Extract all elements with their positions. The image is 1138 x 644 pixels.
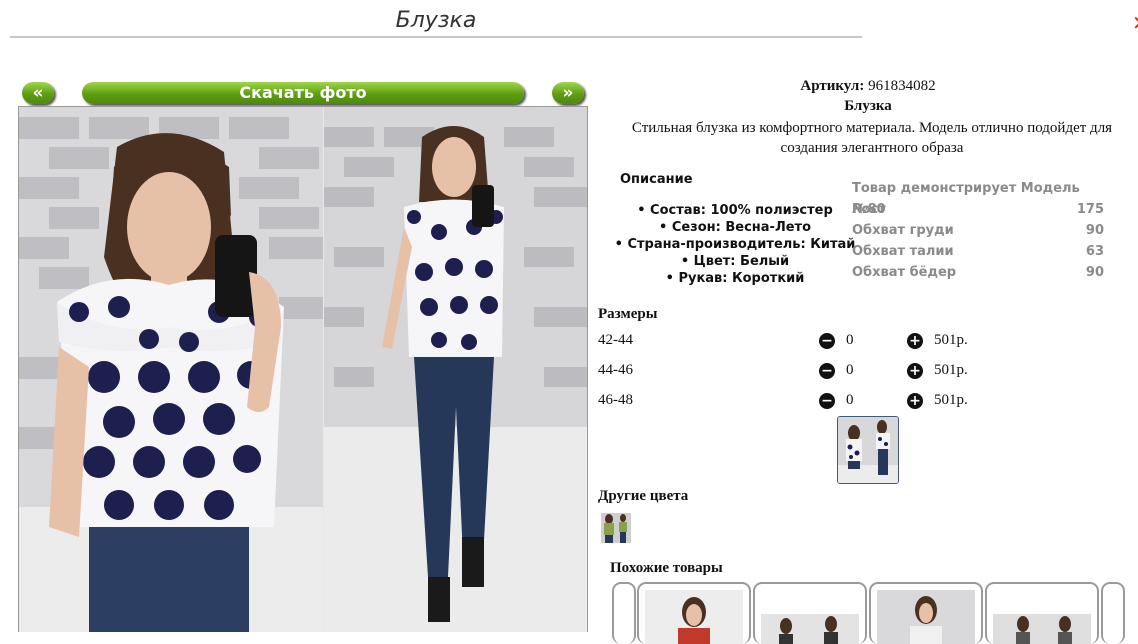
size-row: 44-46 − 0 + 501р. [598,362,1018,384]
product-photo-frame [18,106,588,632]
article-line: Артикул: 961834082 [598,78,1138,95]
product-name: Блузка [844,98,892,114]
similar-scroll-left[interactable] [612,582,636,644]
detail-item: Сезон: Весна-Лето [600,219,870,236]
model-label: Обхват груди [852,223,954,238]
similar-item-card[interactable] [869,582,983,644]
model-value: 63 [1085,244,1104,259]
download-photo-button[interactable]: Скачать фото [82,82,524,104]
model-value: 90 [1085,223,1104,238]
details-list: Состав: 100% полиэстер Сезон: Весна-Лето… [600,202,870,287]
size-label: 42-44 [598,332,633,348]
model-value: 175 [1076,202,1104,217]
similar-scroll-right[interactable] [1101,582,1125,644]
similar-item-image [761,614,859,644]
model-label: Товар демонстрирует Модель №80 [852,181,1080,217]
detail-item: Рукав: Короткий [600,270,870,287]
detail-item: Цвет: Белый [600,253,870,270]
size-qty: 0 [846,332,854,348]
article-value: 961834082 [868,78,936,94]
model-row: Обхват груди 90 [852,220,1104,241]
product-description: Стильная блузка из комфортного материала… [631,120,1113,156]
similar-item-card[interactable] [985,582,1099,644]
similar-item-image [877,590,975,644]
model-label: Рост [852,202,886,217]
similar-item-card[interactable] [753,582,867,644]
title-divider [10,36,862,38]
details-heading: Описание [620,172,693,187]
decrease-qty-button[interactable]: − [819,393,835,409]
similar-item-image [645,590,743,644]
size-price: 501р. [934,362,968,378]
size-label: 44-46 [598,362,633,378]
article-label: Артикул: [800,78,865,94]
model-value: 90 [1085,265,1104,280]
product-photo-closeup[interactable] [19,107,323,632]
detail-item: Состав: 100% полиэстер [600,202,870,219]
model-measurements: Товар демонстрирует Модель №80 Рост 175 … [852,178,1104,283]
similar-item-card[interactable] [637,582,751,644]
model-row: Товар демонстрирует Модель №80 [852,178,1104,217]
increase-qty-button[interactable]: + [907,333,923,349]
decrease-qty-button[interactable]: − [819,363,835,379]
prev-photo-button[interactable]: « [22,82,54,104]
similar-item-image [993,614,1091,644]
model-row: Обхват бёдер 90 [852,262,1104,283]
model-label: Обхват бёдер [852,265,957,280]
next-photo-button[interactable]: » [552,82,584,104]
size-price: 501р. [934,392,968,408]
size-price: 501р. [934,332,968,348]
close-icon[interactable]: ✕ [1132,12,1138,34]
increase-qty-button[interactable]: + [907,393,923,409]
decrease-qty-button[interactable]: − [819,333,835,349]
model-row: Обхват талии 63 [852,241,1104,262]
similar-heading: Похожие товары [610,560,723,576]
detail-item: Страна-производитель: Китай [600,236,870,253]
size-qty: 0 [846,392,854,408]
size-label: 46-48 [598,392,633,408]
other-color-thumbnail[interactable] [601,513,631,543]
size-row: 46-48 − 0 + 501р. [598,392,1018,414]
other-colors-heading: Другие цвета [598,488,689,504]
size-row: 42-44 − 0 + 501р. [598,332,1018,354]
increase-qty-button[interactable]: + [907,363,923,379]
model-label: Обхват талии [852,244,954,259]
sizes-heading: Размеры [598,306,658,322]
product-photo-fullbody[interactable] [324,107,587,632]
size-qty: 0 [846,362,854,378]
product-thumbnail[interactable] [837,416,899,484]
model-row: Рост 175 [852,199,1104,220]
page-title: Блузка [395,8,477,33]
